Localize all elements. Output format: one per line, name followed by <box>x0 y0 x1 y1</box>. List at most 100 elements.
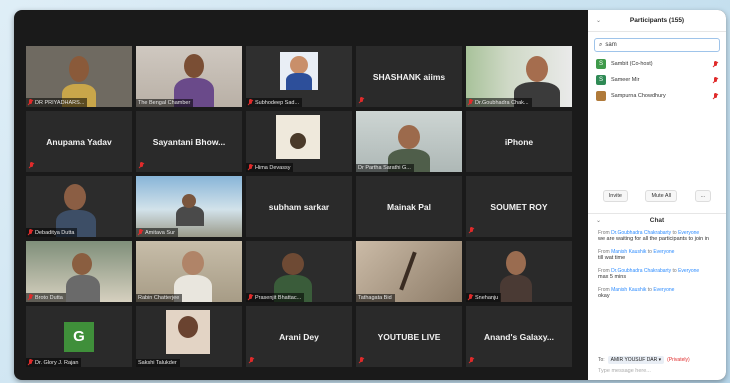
participant-name: subham sarkar <box>268 201 330 212</box>
video-tile[interactable]: Sakshi Talukder <box>136 306 242 367</box>
participant-name: SOUMET ROY <box>490 201 548 212</box>
tile-name-label: Prasenjit Bhattac... <box>246 293 305 302</box>
tile-name-label: Subhodeep Sad... <box>246 98 303 107</box>
muted-mic-icon <box>28 359 33 366</box>
active-speaker-tile[interactable]: Rabin Chatterjee <box>136 241 242 302</box>
muted-mic-icon <box>248 99 253 106</box>
search-icon: ⌕ <box>599 41 603 48</box>
tile-name-label: DR PRIYADHARS... <box>26 98 88 107</box>
video-tile[interactable]: Prasenjit Bhattac... <box>246 241 352 302</box>
video-tile[interactable]: The Bengal Chamber <box>136 46 242 107</box>
muted-mic-icon <box>469 357 474 364</box>
video-tile[interactable]: Dr Partha Sarathi G... <box>356 111 462 172</box>
tile-name-label: Rabin Chatterjee <box>136 294 183 302</box>
tile-name-label: Tathagata Bid <box>356 294 395 302</box>
tile-name-label: Broto Dutta <box>26 293 66 302</box>
muted-mic-icon <box>28 294 33 301</box>
name-tile[interactable]: Sayantani Bhow... <box>136 111 242 172</box>
name-tile[interactable]: YOUTUBE LIVE <box>356 306 462 367</box>
chat-message-input[interactable]: Type message here... <box>598 368 651 374</box>
tile-name-label: Dr Partha Sarathi G... <box>356 164 414 172</box>
participants-title: Participants (155) <box>629 17 685 24</box>
chat-message: From Dr.Goubhadra Chakrabarty to Everyon… <box>598 268 700 281</box>
mute-all-button[interactable]: Mute All <box>645 190 678 202</box>
tile-name-label: Amitava Sur <box>136 228 178 237</box>
participant-item[interactable]: Sampurna Chowdhury <box>588 88 726 104</box>
participant-item[interactable]: S Sambit (Co-host) <box>588 56 726 72</box>
chat-header: ⌄ Chat <box>588 213 726 227</box>
participant-name: Sayantani Bhow... <box>152 136 226 147</box>
invite-button[interactable]: Invite <box>602 190 628 202</box>
chat-message: From Manish Kaushik to Everyone okay <box>598 287 675 300</box>
name-tile[interactable]: SOUMET ROY <box>466 176 572 237</box>
name-tile[interactable]: iPhone <box>466 111 572 172</box>
tile-name-label: Hima Devassy <box>246 163 294 172</box>
muted-mic-icon <box>713 77 718 84</box>
tile-name-label: Snehanju <box>466 293 502 302</box>
participant-actions: Invite Mute All ... <box>588 187 726 205</box>
muted-mic-icon <box>28 99 33 106</box>
avatar-tile[interactable]: G Dr. Glory J. Rajan <box>26 306 132 367</box>
chevron-down-icon[interactable]: ⌄ <box>596 217 601 224</box>
muted-mic-icon <box>713 61 718 68</box>
tile-name-label: The Bengal Chamber <box>136 99 194 107</box>
muted-mic-icon <box>29 162 34 169</box>
video-tile[interactable]: Snehanju <box>466 241 572 302</box>
muted-mic-icon <box>249 357 254 364</box>
participant-name: Anand's Galaxy... <box>484 331 554 342</box>
muted-mic-icon <box>468 99 473 106</box>
zoom-window: DR PRIYADHARS... The Bengal Chamber Subh… <box>14 10 726 380</box>
tile-name-label: Debaditya Dutta <box>26 228 78 237</box>
more-options-button[interactable]: ... <box>694 190 712 202</box>
side-panel: ⌄ Participants (155) ⌕ sam S Sambit (Co-… <box>588 10 726 380</box>
video-tile[interactable]: DR PRIYADHARS... <box>26 46 132 107</box>
participant-name: iPhone <box>504 136 534 147</box>
participant-name: YOUTUBE LIVE <box>377 331 441 342</box>
avatar: S <box>596 75 606 85</box>
participant-item[interactable]: S Sameer Mir <box>588 72 726 88</box>
video-tile[interactable]: Broto Dutta <box>26 241 132 302</box>
video-tile[interactable]: Debaditya Dutta <box>26 176 132 237</box>
chevron-down-icon[interactable]: ⌄ <box>596 17 601 24</box>
name-tile[interactable]: Mainak Pal <box>356 176 462 237</box>
muted-mic-icon <box>139 162 144 169</box>
muted-mic-icon <box>713 93 718 100</box>
name-tile[interactable]: Arani Dey <box>246 306 352 367</box>
video-tile[interactable]: Dr.Goubhadra Chak... <box>466 46 572 107</box>
participant-name: SHASHANK aiims <box>372 71 446 82</box>
search-value: sam <box>605 42 617 48</box>
participants-header: ⌄ Participants (155) <box>588 10 726 32</box>
muted-mic-icon <box>138 229 143 236</box>
name-tile[interactable]: subham sarkar <box>246 176 352 237</box>
tile-name-label: Dr.Goubhadra Chak... <box>466 98 532 107</box>
chat-recipient-row: To: AMIR YOUSUF DAR ▾ (Privately) <box>598 356 690 364</box>
avatar: S <box>596 59 606 69</box>
recipient-dropdown[interactable]: AMIR YOUSUF DAR ▾ <box>607 356 665 364</box>
name-tile[interactable]: SHASHANK aiims <box>356 46 462 107</box>
gallery-grid: DR PRIYADHARS... The Bengal Chamber Subh… <box>26 46 576 372</box>
chat-message: From Manish Kaushik to Everyone till wat… <box>598 249 675 262</box>
muted-mic-icon <box>469 227 474 234</box>
name-tile[interactable]: Anand's Galaxy... <box>466 306 572 367</box>
muted-mic-icon <box>468 294 473 301</box>
video-tile[interactable]: Hima Devassy <box>246 111 352 172</box>
avatar: G <box>64 321 94 352</box>
video-tile[interactable]: Tathagata Bid <box>356 241 462 302</box>
tile-name-label: Sakshi Talukder <box>136 359 180 367</box>
muted-mic-icon <box>359 97 364 104</box>
avatar <box>596 91 606 101</box>
participant-name: Mainak Pal <box>387 201 431 212</box>
participant-name: Anupama Yadav <box>46 136 112 147</box>
participant-search-input[interactable]: ⌕ sam <box>594 38 720 52</box>
chat-message: From Dr.Goubhadra Chakrabarty to Everyon… <box>598 230 709 242</box>
muted-mic-icon <box>248 294 253 301</box>
name-tile[interactable]: Anupama Yadav <box>26 111 132 172</box>
chat-title: Chat <box>649 217 665 224</box>
video-tile[interactable]: Subhodeep Sad... <box>246 46 352 107</box>
video-tile[interactable]: Amitava Sur <box>136 176 242 237</box>
muted-mic-icon <box>28 229 33 236</box>
participant-name: Arani Dey <box>279 331 319 342</box>
tile-name-label: Dr. Glory J. Rajan <box>26 358 82 367</box>
muted-mic-icon <box>359 357 364 364</box>
chat-messages: From Dr.Goubhadra Chakrabarty to Everyon… <box>598 230 722 307</box>
